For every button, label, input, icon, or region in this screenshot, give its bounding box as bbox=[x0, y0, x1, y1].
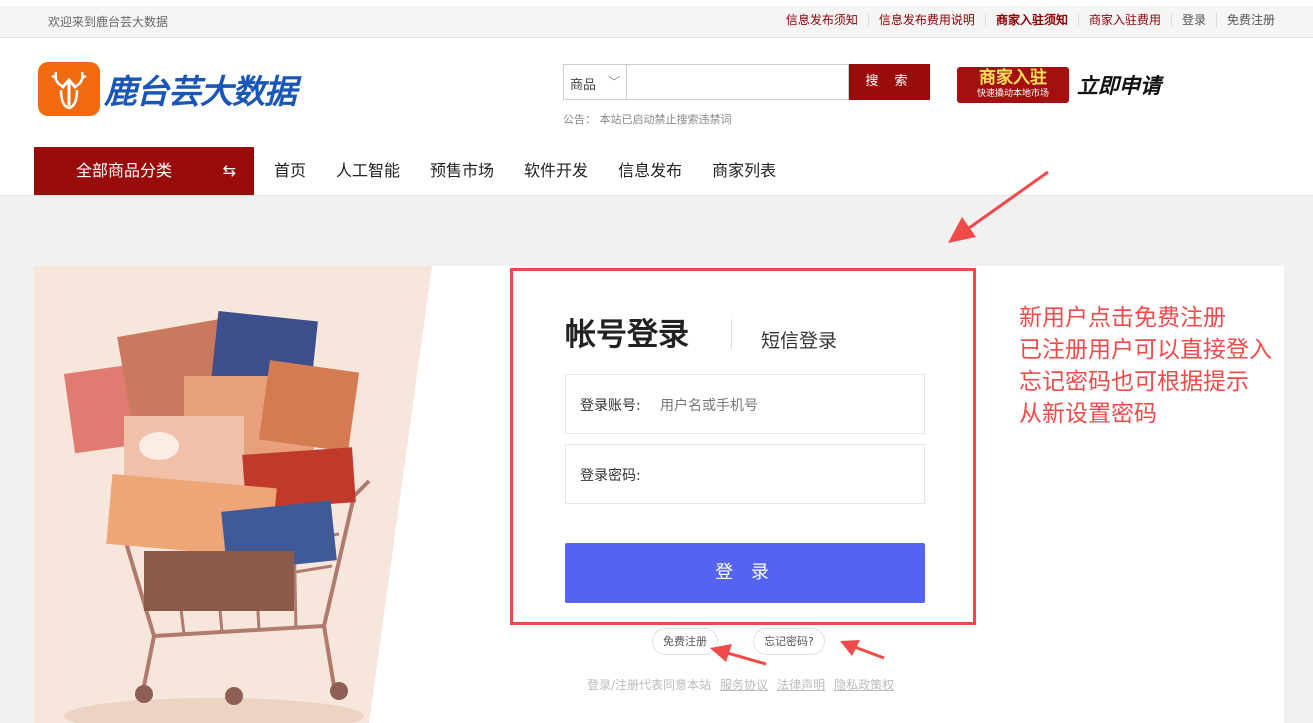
nav-item-ai[interactable]: 人工智能 bbox=[321, 147, 415, 195]
annotation-line: 新用户点击免费注册 bbox=[1019, 305, 1226, 331]
welcome-text: 欢迎来到鹿台芸大数据 bbox=[48, 15, 169, 29]
link-service-agreement[interactable]: 服务协议 bbox=[720, 676, 768, 693]
search-button[interactable]: 搜 索 bbox=[849, 64, 930, 100]
login-button[interactable]: 登 录 bbox=[565, 543, 925, 603]
swap-arrows-icon: ⇆ bbox=[222, 161, 236, 180]
merchant-subtitle: 快速撬动本地市场 bbox=[976, 89, 1049, 99]
all-categories-label: 全部商品分类 bbox=[76, 161, 173, 180]
sms-login-tab[interactable]: 短信登录 bbox=[761, 326, 837, 353]
password-label: 登录密码: bbox=[580, 468, 641, 484]
account-login-tab[interactable]: 帐号登录 bbox=[565, 309, 689, 354]
merchant-apply[interactable]: 立即申请 bbox=[1077, 70, 1161, 100]
nav-item-merchants[interactable]: 商家列表 bbox=[697, 147, 791, 195]
terms-prefix: 登录/注册代表同意本站 bbox=[587, 678, 712, 692]
link-login[interactable]: 登录 bbox=[1170, 13, 1216, 27]
annotation-line: 忘记密码也可根据提示 bbox=[1019, 369, 1249, 395]
deer-logo-icon bbox=[38, 62, 100, 116]
site-logo[interactable]: 鹿台芸大数据 bbox=[38, 62, 297, 116]
search-input[interactable] bbox=[626, 64, 849, 100]
account-field[interactable]: 登录账号: 用户名或手机号 bbox=[565, 374, 925, 434]
merchant-badge: 商家入驻 快速撬动本地市场 bbox=[957, 67, 1069, 103]
tab-divider bbox=[731, 319, 732, 349]
main-nav: 全部商品分类 ⇆ 首页 人工智能 预售市场 软件开发 信息发布 商家列表 bbox=[0, 147, 1313, 195]
search-bar: 商品 ﹀ 搜 索 bbox=[563, 64, 930, 100]
terms-line: 登录/注册代表同意本站 服务协议 法律声明 隐私政策权 bbox=[587, 676, 894, 693]
link-merchant-notice[interactable]: 商家入驻须知 bbox=[984, 13, 1078, 27]
nav-item-presale[interactable]: 预售市场 bbox=[415, 147, 509, 195]
link-register[interactable]: 免费注册 bbox=[1215, 13, 1285, 27]
annotation-line: 从新设置密码 bbox=[1019, 401, 1157, 427]
annotation-line: 已注册用户可以直接登入 bbox=[1019, 337, 1272, 363]
top-bar: 欢迎来到鹿台芸大数据 信息发布须知 信息发布费用说明 商家入驻须知 商家入驻费用… bbox=[0, 0, 1313, 38]
password-field[interactable]: 登录密码: bbox=[565, 444, 925, 504]
account-input[interactable]: 用户名或手机号 bbox=[660, 395, 758, 415]
annotation-text: 新用户点击免费注册 已注册用户可以直接登入 忘记密码也可根据提示 从新设置密码 bbox=[1019, 302, 1309, 430]
shopping-cart-illustration bbox=[34, 266, 432, 723]
search-notice: 公告： 本站已启动禁止搜索违禁词 bbox=[563, 113, 732, 126]
link-info-fee[interactable]: 信息发布费用说明 bbox=[867, 13, 985, 27]
link-privacy-policy[interactable]: 隐私政策权 bbox=[834, 676, 894, 693]
link-merchant-fee[interactable]: 商家入驻费用 bbox=[1077, 13, 1171, 27]
top-links: 信息发布须知 信息发布费用说明 商家入驻须知 商家入驻费用 登录 免费注册 bbox=[776, 13, 1285, 27]
link-legal-notice[interactable]: 法律声明 bbox=[777, 676, 825, 693]
search-category-select[interactable]: 商品 ﹀ bbox=[563, 64, 626, 100]
merchant-title: 商家入驻 bbox=[979, 68, 1047, 88]
login-form: 帐号登录 短信登录 登录账号: 用户名或手机号 登录密码: 登 录 bbox=[510, 268, 976, 625]
link-info-notice[interactable]: 信息发布须知 bbox=[776, 13, 868, 27]
logo-text: 鹿台芸大数据 bbox=[104, 72, 297, 111]
nav-item-software[interactable]: 软件开发 bbox=[509, 147, 603, 195]
annotation-arrow-icon bbox=[710, 644, 767, 666]
chevron-down-icon: ﹀ bbox=[607, 75, 620, 89]
all-categories-button[interactable]: 全部商品分类 ⇆ bbox=[34, 147, 254, 195]
merchant-banner[interactable]: 商家入驻 快速撬动本地市场 立即申请 bbox=[957, 67, 1161, 103]
nav-item-info[interactable]: 信息发布 bbox=[603, 147, 697, 195]
header: 鹿台芸大数据 商品 ﹀ 搜 索 公告： 本站已启动禁止搜索违禁词 商家入驻 快速… bbox=[0, 38, 1313, 196]
nav-item-home[interactable]: 首页 bbox=[259, 147, 321, 195]
annotation-arrow-icon bbox=[840, 640, 885, 660]
annotation-arrow-icon bbox=[948, 170, 1049, 243]
search-category-label: 商品 bbox=[570, 78, 597, 93]
account-label: 登录账号: bbox=[580, 398, 641, 414]
